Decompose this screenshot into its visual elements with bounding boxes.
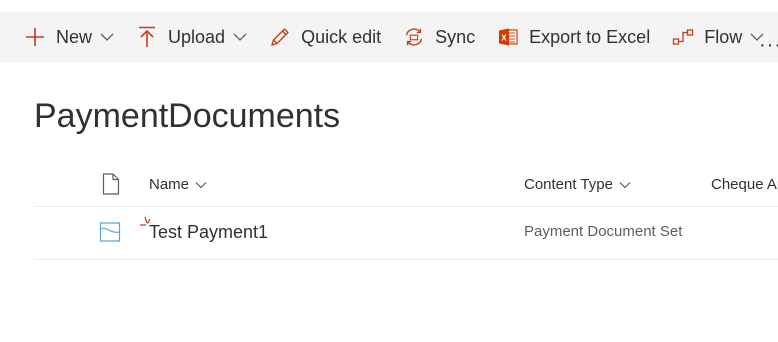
chevron-down-icon (195, 179, 207, 191)
column-header-name[interactable]: Name (149, 176, 207, 193)
column-header-cheque[interactable]: Cheque Ar (711, 176, 778, 193)
command-bar: New Upload Quick edit Sync X Export to E… (0, 12, 778, 62)
flow-button-label: Flow (704, 27, 743, 47)
upload-button[interactable]: Upload (136, 12, 247, 62)
chevron-down-icon[interactable] (233, 30, 247, 44)
chevron-down-icon (619, 179, 631, 191)
excel-icon: X (497, 26, 519, 48)
sync-button-label: Sync (435, 27, 476, 47)
column-header-name-label: Name (149, 176, 190, 193)
document-icon[interactable] (102, 173, 120, 200)
chevron-down-icon[interactable] (100, 30, 114, 44)
item-content-type: Payment Document Set (524, 223, 683, 240)
new-button[interactable]: New (24, 12, 114, 62)
column-header-cheque-label: Cheque Ar (711, 176, 778, 193)
upload-icon (136, 26, 158, 48)
column-header-content-type[interactable]: Content Type (524, 176, 631, 193)
quick-edit-button[interactable]: Quick edit (269, 12, 381, 62)
flow-button[interactable]: Flow (672, 12, 764, 62)
document-set-icon (99, 221, 121, 248)
upload-button-label: Upload (168, 27, 226, 47)
svg-text:X: X (501, 34, 507, 43)
export-to-excel-button-label: Export to Excel (529, 27, 651, 47)
item-name-link[interactable]: Test Payment1 (149, 222, 268, 243)
list-item[interactable]: Test Payment1 Payment Document Set (34, 207, 778, 260)
pencil-icon (269, 26, 291, 48)
sync-icon (403, 26, 425, 48)
quick-edit-button-label: Quick edit (301, 27, 382, 47)
export-to-excel-button[interactable]: X Export to Excel (497, 12, 650, 62)
sync-button[interactable]: Sync (403, 12, 475, 62)
column-header-content-type-label: Content Type (524, 176, 613, 193)
page-title: PaymentDocuments (34, 97, 341, 135)
more-commands-button[interactable]: ··· (759, 34, 778, 57)
flow-icon (672, 26, 694, 48)
new-button-label: New (56, 27, 93, 47)
list-column-header: Name Content Type Cheque Ar (34, 164, 778, 207)
plus-icon (24, 26, 46, 48)
